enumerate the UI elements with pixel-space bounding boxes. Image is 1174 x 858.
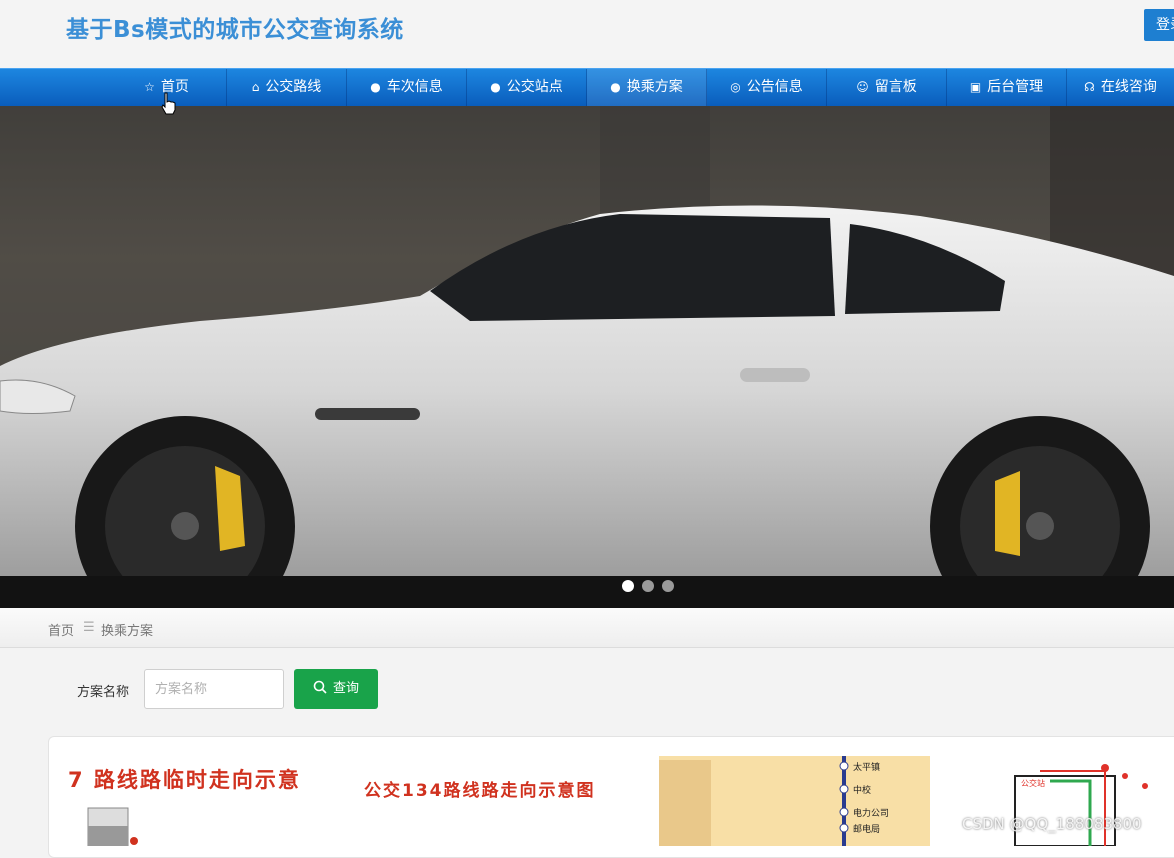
search-label: 方案名称 xyxy=(77,685,130,700)
result-thumbnail[interactable]: 7 路线路临时走向示意 xyxy=(66,756,346,846)
info-icon: ● xyxy=(610,80,621,94)
nav-item-label: 车次信息 xyxy=(386,79,443,95)
nav-item-messages[interactable]: ☺ 留言板 xyxy=(827,69,947,106)
watermark: CSDN @QQ_188083800 xyxy=(962,815,1142,833)
smile-icon: ☺ xyxy=(856,80,869,94)
breadcrumb-current: 换乘方案 xyxy=(101,624,154,639)
nav-item-notices[interactable]: ◎ 公告信息 xyxy=(707,69,827,106)
carousel-dot[interactable] xyxy=(662,580,674,592)
nav-item-bus-routes[interactable]: ⌂ 公交路线 xyxy=(227,69,347,106)
question-icon: ● xyxy=(490,80,501,94)
nav-item-label: 留言板 xyxy=(874,79,917,95)
search-button[interactable]: 查询 xyxy=(294,669,378,709)
nav-item-label: 公交站点 xyxy=(506,79,563,95)
headset-icon: ☊ xyxy=(1084,80,1095,94)
stop-label: 电力公司 xyxy=(853,809,890,819)
result-thumbnail[interactable]: 太平镇 中校 电力公司 邮电局 xyxy=(659,756,930,846)
carousel-dot[interactable] xyxy=(642,580,654,592)
result-thumbnail[interactable]: 公交134路线路走向示意图 xyxy=(358,756,634,846)
info-icon: ● xyxy=(370,80,381,94)
nav-item-label: 公告信息 xyxy=(746,79,803,95)
search-button-label: 查询 xyxy=(332,681,359,696)
thumbnail-caption: 公交134路线路走向示意图 xyxy=(364,781,596,801)
circle-icon: ◎ xyxy=(730,80,741,94)
banner-carousel[interactable] xyxy=(0,106,1174,608)
nav-item-transfer[interactable]: ● 换乘方案 xyxy=(587,69,707,106)
search-input[interactable] xyxy=(144,669,284,709)
hand-cursor-icon xyxy=(161,92,176,115)
login-button[interactable]: 登录 xyxy=(1144,9,1174,41)
breadcrumb: 首页 ☰ 换乘方案 xyxy=(0,608,1174,648)
breadcrumb-home[interactable]: 首页 xyxy=(48,620,74,639)
briefcase-icon: ▣ xyxy=(969,80,982,94)
route-map-image xyxy=(659,756,849,846)
nav-item-label: 在线咨询 xyxy=(1100,79,1157,95)
nav-item-label: 换乘方案 xyxy=(626,79,683,95)
banner-image xyxy=(0,106,1174,608)
nav-item-stations[interactable]: ● 公交站点 xyxy=(467,69,587,106)
map-label: 公交站 xyxy=(1021,779,1045,788)
route-map-image xyxy=(87,807,138,846)
search-icon xyxy=(313,680,327,694)
bag-icon: ⌂ xyxy=(251,80,260,94)
stop-label: 太平镇 xyxy=(853,763,881,773)
nav-item-consult[interactable]: ☊ 在线咨询 xyxy=(1067,69,1174,106)
stop-label: 中校 xyxy=(853,786,872,796)
breadcrumb-separator-icon: ☰ xyxy=(83,620,95,635)
site-header: 基于Bs模式的城市公交查询系统 登录 xyxy=(0,0,1174,68)
nav-item-label: 后台管理 xyxy=(987,79,1044,95)
site-title: 基于Bs模式的城市公交查询系统 xyxy=(66,17,404,43)
nav-item-trips[interactable]: ● 车次信息 xyxy=(347,69,467,106)
carousel-dot[interactable] xyxy=(622,580,634,592)
nav-item-label: 公交路线 xyxy=(265,79,322,95)
stop-label: 邮电局 xyxy=(853,825,881,835)
nav-item-admin[interactable]: ▣ 后台管理 xyxy=(947,69,1067,106)
star-icon: ☆ xyxy=(144,80,155,94)
